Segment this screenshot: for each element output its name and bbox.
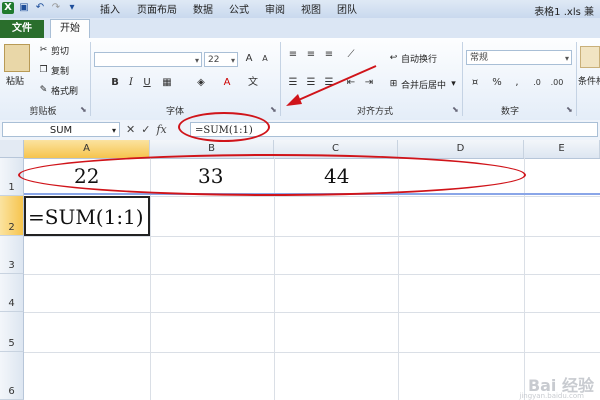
- border-icon[interactable]: ▦: [160, 76, 174, 90]
- font-name-combo[interactable]: ▾: [94, 52, 202, 67]
- increase-decimal-icon[interactable]: .0: [530, 76, 544, 90]
- tab-team[interactable]: 团队: [334, 2, 360, 19]
- number-format-combo[interactable]: 常规 ▾: [466, 50, 572, 65]
- column-header-a[interactable]: A: [24, 140, 150, 158]
- cut-button[interactable]: ✂ 剪切: [38, 44, 69, 57]
- row-header-2[interactable]: 2: [0, 196, 24, 236]
- tab-home[interactable]: 开始: [50, 19, 90, 39]
- tab-file[interactable]: 文件: [0, 20, 44, 38]
- separator: [280, 42, 281, 116]
- grid-line: [24, 236, 600, 237]
- grid-line: [24, 312, 600, 313]
- orientation-icon[interactable]: ⟋: [344, 48, 358, 62]
- copy-button[interactable]: ❐ 复制: [38, 64, 69, 77]
- paste-icon[interactable]: [4, 44, 30, 72]
- tab-data[interactable]: 数据: [190, 2, 216, 19]
- currency-icon[interactable]: ¤: [468, 76, 482, 90]
- chevron-down-icon: ▾: [564, 54, 569, 63]
- chevron-down-icon: ▾: [451, 79, 456, 89]
- annotation-arrow: [286, 65, 377, 106]
- select-all-corner[interactable]: [0, 140, 24, 158]
- grid-line: [24, 352, 600, 353]
- name-box[interactable]: SUM ▾: [2, 122, 120, 137]
- alignment-launcher-icon[interactable]: ⬊: [452, 105, 459, 114]
- paste-button[interactable]: 粘贴: [6, 74, 24, 87]
- percent-icon[interactable]: %: [490, 76, 504, 90]
- column-header-d[interactable]: D: [398, 140, 524, 158]
- excel-app-icon: X: [2, 2, 14, 14]
- comma-style-icon[interactable]: ,: [510, 76, 524, 90]
- row-header-6[interactable]: 6: [0, 352, 24, 400]
- bold-button[interactable]: B: [108, 76, 122, 90]
- annotation-circle-row1: [18, 154, 526, 196]
- merge-icon: ⊞: [389, 79, 398, 89]
- chevron-down-icon: ▾: [194, 56, 199, 65]
- wrap-text-icon: ↩: [389, 53, 398, 63]
- clipboard-launcher-icon[interactable]: ⬊: [80, 105, 87, 114]
- format-painter-button[interactable]: ✎ 格式刷: [38, 84, 78, 97]
- formula-buttons: ✕ ✓ fx: [126, 122, 186, 137]
- row-header-4[interactable]: 4: [0, 274, 24, 312]
- row-header-3[interactable]: 3: [0, 236, 24, 274]
- separator: [90, 42, 91, 116]
- insert-function-icon[interactable]: fx: [156, 123, 166, 136]
- grow-font-icon[interactable]: A: [242, 52, 256, 66]
- decrease-decimal-icon[interactable]: .00: [550, 76, 564, 90]
- redo-icon[interactable]: ↷: [50, 2, 62, 14]
- enter-icon[interactable]: ✓: [141, 123, 150, 136]
- merge-center-button[interactable]: ⊞ 合并后居中 ▾: [388, 78, 459, 91]
- conditional-format-button[interactable]: 条件格: [578, 74, 600, 87]
- font-color-button[interactable]: A: [220, 76, 234, 90]
- fill-color-icon[interactable]: ◈: [194, 76, 208, 90]
- grid-line: [24, 274, 600, 275]
- chevron-down-icon: ▾: [111, 126, 116, 135]
- chevron-down-icon: ▾: [230, 56, 235, 65]
- tab-view[interactable]: 视图: [298, 2, 324, 19]
- column-header-e[interactable]: E: [524, 140, 600, 158]
- annotation-circle-formula: [178, 112, 270, 142]
- phonetic-icon[interactable]: 文: [246, 76, 260, 90]
- number-launcher-icon[interactable]: ⬊: [566, 105, 573, 114]
- font-launcher-icon[interactable]: ⬊: [270, 105, 277, 114]
- tab-insert[interactable]: 插入: [96, 2, 124, 19]
- align-middle-icon[interactable]: ≡: [304, 48, 318, 62]
- number-group-label: 数字: [500, 107, 519, 117]
- undo-icon[interactable]: ↶: [34, 2, 46, 14]
- customize-toolbar-icon[interactable]: ▾: [66, 2, 78, 14]
- shrink-font-icon[interactable]: A: [258, 52, 272, 66]
- clipboard-group-label: 剪贴板: [29, 107, 57, 117]
- tab-review[interactable]: 审阅: [262, 2, 288, 19]
- scissors-icon: ✂: [39, 45, 48, 55]
- quick-access-toolbar: X ▣ ↶ ↷ ▾: [2, 2, 78, 14]
- align-bottom-icon[interactable]: ≡: [322, 48, 336, 62]
- tab-page-layout[interactable]: 页面布局: [132, 2, 182, 19]
- conditional-format-icon[interactable]: [580, 46, 600, 68]
- window-title: 表格1 .xls 兼: [534, 7, 594, 18]
- font-size-combo[interactable]: 22 ▾: [204, 52, 238, 67]
- cancel-icon[interactable]: ✕: [126, 123, 135, 136]
- italic-button[interactable]: I: [124, 76, 138, 90]
- separator: [576, 42, 577, 116]
- watermark-url: jingyan.baidu.com: [519, 392, 584, 400]
- copy-icon: ❐: [39, 65, 48, 75]
- align-top-icon[interactable]: ≡: [286, 48, 300, 62]
- cell-a2[interactable]: =SUM(1:1): [28, 205, 144, 229]
- underline-button[interactable]: U: [140, 76, 154, 90]
- ribbon-tab-row: [0, 18, 600, 39]
- wrap-text-button[interactable]: ↩ 自动换行: [388, 52, 437, 65]
- tab-formulas[interactable]: 公式: [226, 2, 252, 19]
- brush-icon: ✎: [39, 85, 48, 95]
- row-header-5[interactable]: 5: [0, 312, 24, 352]
- separator: [462, 42, 463, 116]
- save-icon[interactable]: ▣: [18, 2, 30, 14]
